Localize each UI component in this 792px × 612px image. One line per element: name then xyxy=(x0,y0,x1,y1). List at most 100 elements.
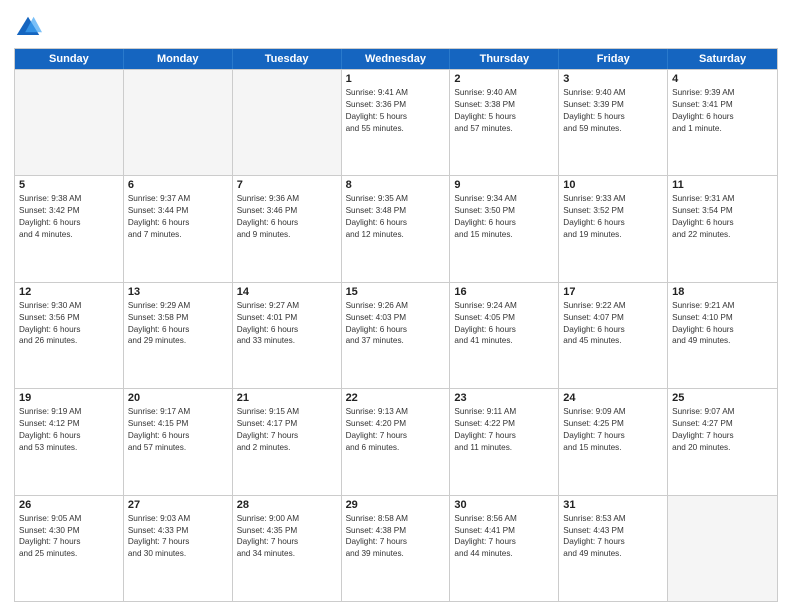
day-number: 25 xyxy=(672,392,773,404)
calendar-cell: 8 Sunrise: 9:35 AM Sunset: 3:48 PM Daylig… xyxy=(342,176,451,281)
calendar-row: 19 Sunrise: 9:19 AM Sunset: 4:12 PM Dayli… xyxy=(15,388,777,494)
day-number: 22 xyxy=(346,392,446,404)
day-number: 5 xyxy=(19,179,119,191)
day-number: 31 xyxy=(563,499,663,511)
calendar-cell: 21 Sunrise: 9:15 AM Sunset: 4:17 PM Dayli… xyxy=(233,389,342,494)
day-info: Sunrise: 9:09 AM Sunset: 4:25 PM Dayligh… xyxy=(563,406,663,454)
calendar-row: 1Sunrise: 9:41 AM Sunset: 3:36 PM Daylig… xyxy=(15,69,777,175)
calendar-cell: 30 Sunrise: 8:56 AM Sunset: 4:41 PM Dayli… xyxy=(450,496,559,601)
day-number: 6 xyxy=(128,179,228,191)
calendar-cell: 22 Sunrise: 9:13 AM Sunset: 4:20 PM Dayli… xyxy=(342,389,451,494)
calendar-cell: 17 Sunrise: 9:22 AM Sunset: 4:07 PM Dayli… xyxy=(559,283,668,388)
day-info: Sunrise: 9:13 AM Sunset: 4:20 PM Dayligh… xyxy=(346,406,446,454)
day-info: Sunrise: 9:36 AM Sunset: 3:46 PM Dayligh… xyxy=(237,193,337,241)
calendar-cell: 23 Sunrise: 9:11 AM Sunset: 4:22 PM Dayli… xyxy=(450,389,559,494)
day-info: Sunrise: 9:22 AM Sunset: 4:07 PM Dayligh… xyxy=(563,300,663,348)
calendar-cell: 27 Sunrise: 9:03 AM Sunset: 4:33 PM Dayli… xyxy=(124,496,233,601)
calendar-cell xyxy=(668,496,777,601)
calendar-cell: 7 Sunrise: 9:36 AM Sunset: 3:46 PM Daylig… xyxy=(233,176,342,281)
day-info: Sunrise: 9:07 AM Sunset: 4:27 PM Dayligh… xyxy=(672,406,773,454)
day-info: Sunrise: 9:35 AM Sunset: 3:48 PM Dayligh… xyxy=(346,193,446,241)
day-number: 7 xyxy=(237,179,337,191)
header-day: Thursday xyxy=(450,49,559,69)
day-number: 13 xyxy=(128,286,228,298)
day-info: Sunrise: 9:00 AM Sunset: 4:35 PM Dayligh… xyxy=(237,513,337,561)
day-number: 20 xyxy=(128,392,228,404)
calendar-cell: 9Sunrise: 9:34 AM Sunset: 3:50 PM Daylig… xyxy=(450,176,559,281)
day-info: Sunrise: 9:29 AM Sunset: 3:58 PM Dayligh… xyxy=(128,300,228,348)
calendar-header: SundayMondayTuesdayWednesdayThursdayFrid… xyxy=(15,49,777,69)
calendar-cell: 11Sunrise: 9:31 AM Sunset: 3:54 PM Dayli… xyxy=(668,176,777,281)
day-info: Sunrise: 9:30 AM Sunset: 3:56 PM Dayligh… xyxy=(19,300,119,348)
calendar-row: 26Sunrise: 9:05 AM Sunset: 4:30 PM Dayli… xyxy=(15,495,777,601)
day-number: 23 xyxy=(454,392,554,404)
day-info: Sunrise: 9:33 AM Sunset: 3:52 PM Dayligh… xyxy=(563,193,663,241)
day-number: 9 xyxy=(454,179,554,191)
day-number: 30 xyxy=(454,499,554,511)
header-day: Wednesday xyxy=(342,49,451,69)
calendar-cell: 4 Sunrise: 9:39 AM Sunset: 3:41 PM Daylig… xyxy=(668,70,777,175)
day-info: Sunrise: 9:19 AM Sunset: 4:12 PM Dayligh… xyxy=(19,406,119,454)
calendar-row: 12 Sunrise: 9:30 AM Sunset: 3:56 PM Dayli… xyxy=(15,282,777,388)
day-number: 11 xyxy=(672,179,773,191)
day-number: 1 xyxy=(346,73,446,85)
calendar: SundayMondayTuesdayWednesdayThursdayFrid… xyxy=(14,48,778,602)
day-number: 19 xyxy=(19,392,119,404)
day-info: Sunrise: 9:37 AM Sunset: 3:44 PM Dayligh… xyxy=(128,193,228,241)
calendar-cell: 29 Sunrise: 8:58 AM Sunset: 4:38 PM Dayli… xyxy=(342,496,451,601)
calendar-cell: 25 Sunrise: 9:07 AM Sunset: 4:27 PM Dayli… xyxy=(668,389,777,494)
day-info: Sunrise: 8:58 AM Sunset: 4:38 PM Dayligh… xyxy=(346,513,446,561)
day-info: Sunrise: 9:26 AM Sunset: 4:03 PM Dayligh… xyxy=(346,300,446,348)
day-number: 29 xyxy=(346,499,446,511)
day-info: Sunrise: 9:39 AM Sunset: 3:41 PM Dayligh… xyxy=(672,87,773,135)
day-info: Sunrise: 9:15 AM Sunset: 4:17 PM Dayligh… xyxy=(237,406,337,454)
header-day: Sunday xyxy=(15,49,124,69)
calendar-body: 1Sunrise: 9:41 AM Sunset: 3:36 PM Daylig… xyxy=(15,69,777,601)
calendar-cell: 14Sunrise: 9:27 AM Sunset: 4:01 PM Dayli… xyxy=(233,283,342,388)
day-info: Sunrise: 9:05 AM Sunset: 4:30 PM Dayligh… xyxy=(19,513,119,561)
day-number: 8 xyxy=(346,179,446,191)
day-info: Sunrise: 9:03 AM Sunset: 4:33 PM Dayligh… xyxy=(128,513,228,561)
day-info: Sunrise: 9:17 AM Sunset: 4:15 PM Dayligh… xyxy=(128,406,228,454)
logo xyxy=(14,14,45,42)
day-number: 28 xyxy=(237,499,337,511)
calendar-cell: 20 Sunrise: 9:17 AM Sunset: 4:15 PM Dayli… xyxy=(124,389,233,494)
calendar-cell: 19 Sunrise: 9:19 AM Sunset: 4:12 PM Dayli… xyxy=(15,389,124,494)
calendar-cell xyxy=(15,70,124,175)
calendar-cell: 13 Sunrise: 9:29 AM Sunset: 3:58 PM Dayli… xyxy=(124,283,233,388)
header xyxy=(14,10,778,42)
day-info: Sunrise: 9:24 AM Sunset: 4:05 PM Dayligh… xyxy=(454,300,554,348)
day-number: 15 xyxy=(346,286,446,298)
calendar-cell: 3 Sunrise: 9:40 AM Sunset: 3:39 PM Daylig… xyxy=(559,70,668,175)
day-info: Sunrise: 9:11 AM Sunset: 4:22 PM Dayligh… xyxy=(454,406,554,454)
header-day: Monday xyxy=(124,49,233,69)
day-info: Sunrise: 9:27 AM Sunset: 4:01 PM Dayligh… xyxy=(237,300,337,348)
day-number: 27 xyxy=(128,499,228,511)
day-number: 21 xyxy=(237,392,337,404)
calendar-cell: 1Sunrise: 9:41 AM Sunset: 3:36 PM Daylig… xyxy=(342,70,451,175)
calendar-cell: 16Sunrise: 9:24 AM Sunset: 4:05 PM Dayli… xyxy=(450,283,559,388)
calendar-cell: 2 Sunrise: 9:40 AM Sunset: 3:38 PM Daylig… xyxy=(450,70,559,175)
calendar-cell: 31 Sunrise: 8:53 AM Sunset: 4:43 PM Dayli… xyxy=(559,496,668,601)
header-day: Tuesday xyxy=(233,49,342,69)
calendar-cell: 15 Sunrise: 9:26 AM Sunset: 4:03 PM Dayli… xyxy=(342,283,451,388)
calendar-cell xyxy=(124,70,233,175)
day-number: 2 xyxy=(454,73,554,85)
day-number: 10 xyxy=(563,179,663,191)
day-number: 24 xyxy=(563,392,663,404)
day-info: Sunrise: 8:56 AM Sunset: 4:41 PM Dayligh… xyxy=(454,513,554,561)
calendar-cell: 6 Sunrise: 9:37 AM Sunset: 3:44 PM Daylig… xyxy=(124,176,233,281)
header-day: Saturday xyxy=(668,49,777,69)
calendar-cell: 26Sunrise: 9:05 AM Sunset: 4:30 PM Dayli… xyxy=(15,496,124,601)
day-info: Sunrise: 9:21 AM Sunset: 4:10 PM Dayligh… xyxy=(672,300,773,348)
day-number: 17 xyxy=(563,286,663,298)
header-day: Friday xyxy=(559,49,668,69)
day-info: Sunrise: 8:53 AM Sunset: 4:43 PM Dayligh… xyxy=(563,513,663,561)
day-info: Sunrise: 9:40 AM Sunset: 3:38 PM Dayligh… xyxy=(454,87,554,135)
day-number: 12 xyxy=(19,286,119,298)
day-number: 18 xyxy=(672,286,773,298)
day-number: 3 xyxy=(563,73,663,85)
calendar-cell: 24 Sunrise: 9:09 AM Sunset: 4:25 PM Dayli… xyxy=(559,389,668,494)
day-number: 4 xyxy=(672,73,773,85)
day-info: Sunrise: 9:40 AM Sunset: 3:39 PM Dayligh… xyxy=(563,87,663,135)
